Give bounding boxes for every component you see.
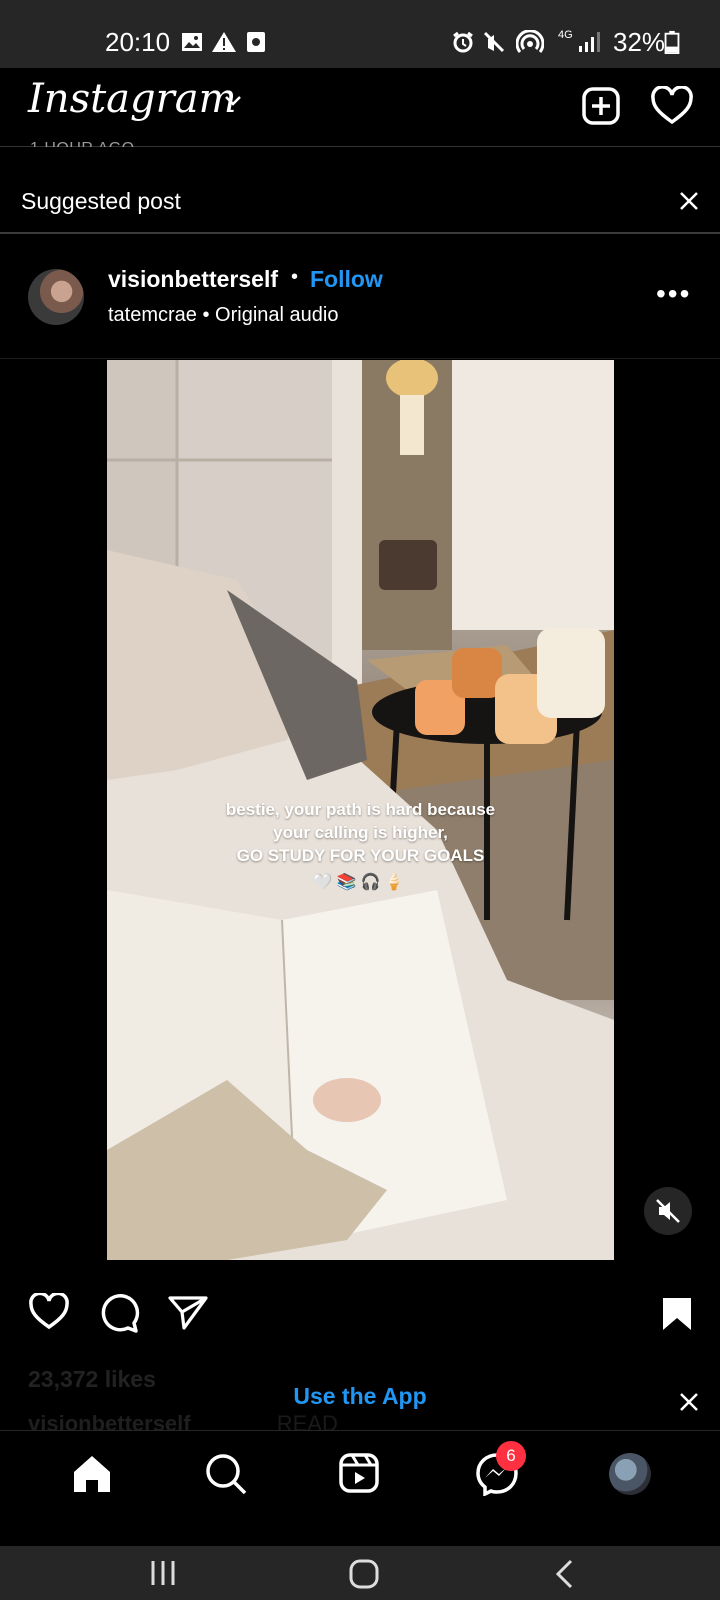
overlay-line: GO STUDY FOR YOUR GOALS [236, 846, 485, 865]
follow-button[interactable]: Follow [310, 266, 383, 293]
mute-toggle-button[interactable] [644, 1187, 692, 1235]
battery-icon [664, 30, 680, 54]
back-icon[interactable] [553, 1558, 575, 1590]
share-icon[interactable] [167, 1294, 209, 1332]
screenshot-icon [247, 32, 265, 52]
audio-attribution[interactable]: tatemcrae • Original audio [108, 304, 338, 327]
image-icon [182, 33, 202, 51]
use-the-app-link[interactable]: Use the App [0, 1383, 720, 1410]
signal-icon [579, 32, 600, 52]
separator-dot: • [291, 266, 299, 288]
home-button-icon[interactable] [348, 1558, 380, 1590]
more-options-icon[interactable]: ••• [656, 278, 691, 310]
instagram-logo[interactable]: Instagram [28, 76, 237, 122]
profile-avatar[interactable] [609, 1453, 651, 1495]
overlay-emojis: 🤍📚🎧🍦 [312, 874, 409, 891]
reels-icon[interactable] [338, 1452, 380, 1494]
hotspot-icon [516, 30, 544, 53]
heart-icon[interactable] [650, 86, 694, 126]
avatar[interactable] [28, 269, 84, 325]
search-icon[interactable] [204, 1452, 248, 1496]
close-icon[interactable] [677, 189, 701, 213]
alert-icon [212, 32, 236, 52]
suggested-post-label: Suggested post [21, 188, 181, 214]
mute-icon [483, 31, 505, 53]
status-time: 20:10 [105, 27, 171, 57]
like-icon[interactable] [28, 1293, 70, 1331]
alarm-icon [453, 31, 473, 53]
comment-icon[interactable] [98, 1293, 140, 1333]
messages-badge: 6 [496, 1441, 526, 1471]
save-icon[interactable] [661, 1296, 693, 1332]
speaker-muted-icon [656, 1199, 680, 1223]
home-icon[interactable] [71, 1453, 113, 1495]
network-type: 4G [558, 29, 573, 41]
chevron-down-icon[interactable] [223, 94, 243, 108]
new-post-icon[interactable] [581, 86, 621, 126]
post-header [0, 234, 720, 359]
overlay-line: bestie, your path is hard because [225, 800, 496, 819]
recent-apps-icon[interactable] [148, 1558, 178, 1588]
username[interactable]: visionbetterself [108, 266, 278, 293]
battery-percent: 32% [613, 27, 666, 57]
overlay-line: your calling is higher, [273, 823, 448, 842]
post-overlay-text: bestie, your path is hard because your c… [107, 798, 614, 867]
close-banner-icon[interactable] [678, 1391, 700, 1413]
